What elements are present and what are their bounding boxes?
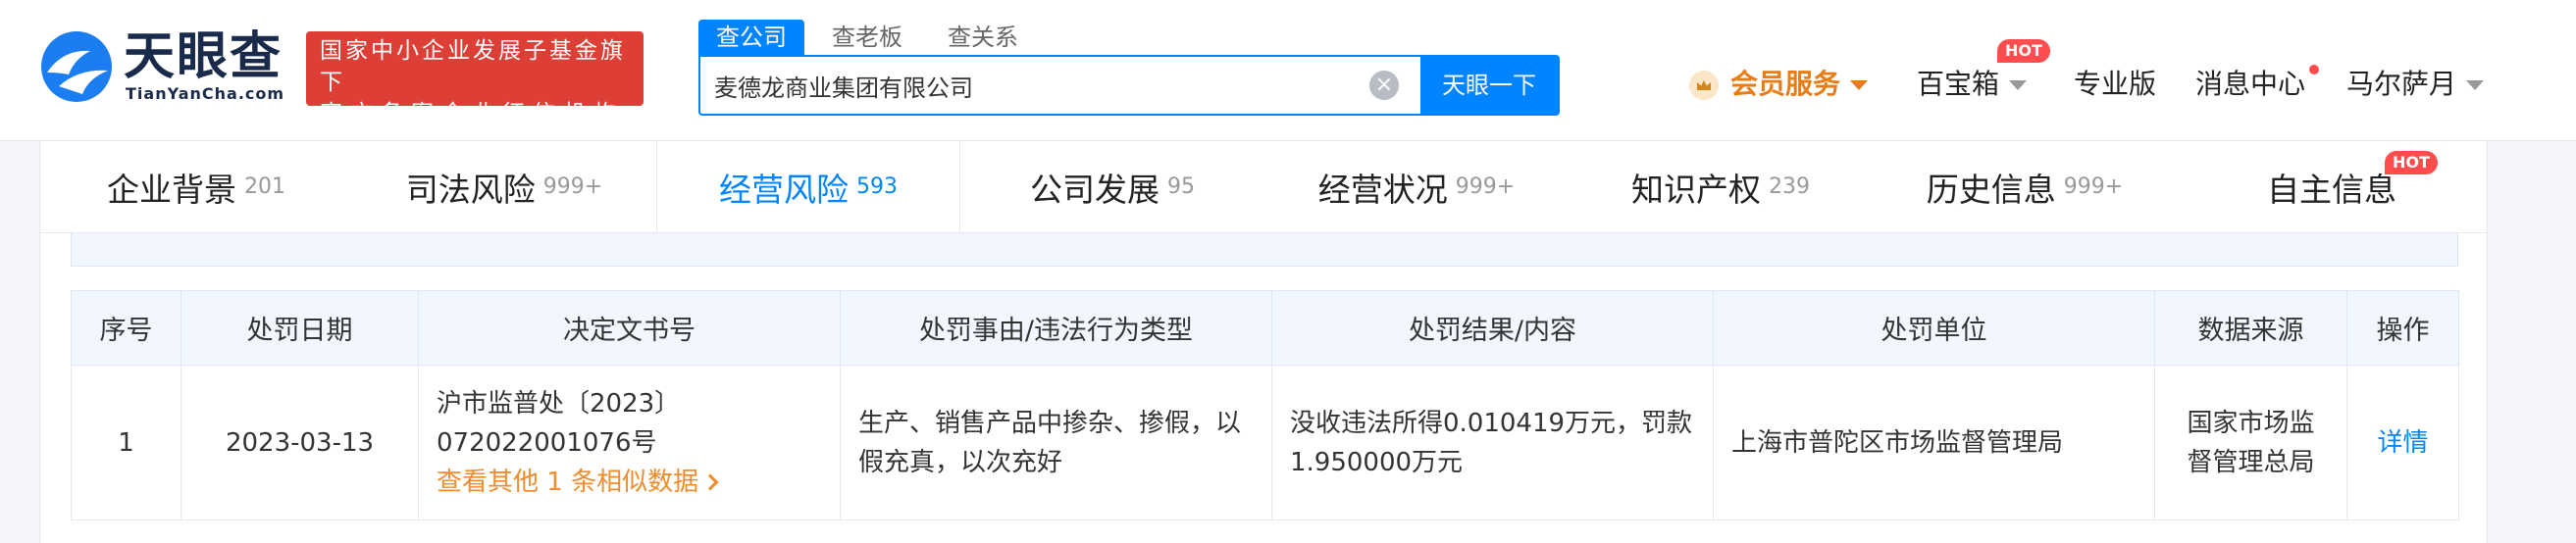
vip-service-label: 会员服务 bbox=[1730, 68, 1841, 100]
search-button[interactable]: 天眼一下 bbox=[1420, 57, 1558, 114]
tab-label: 企业背景 bbox=[107, 170, 236, 209]
cell-reason: 生产、销售产品中掺杂、掺假，以假充真，以次充好 bbox=[840, 365, 1272, 520]
tab-count: 999+ bbox=[2063, 174, 2124, 199]
tab-hot-badge: HOT bbox=[2385, 151, 2438, 174]
category-tabs: 企业背景 201 司法风险 999+ 经营风险 593 公司发展 95 经营状况 999+… bbox=[39, 141, 2488, 233]
similar-data-label: 查看其他 1 条相似数据 bbox=[437, 467, 699, 497]
logo-domain: TianYanCha.com bbox=[126, 84, 285, 103]
tab-count: 201 bbox=[244, 174, 285, 199]
tab-intellectual-property[interactable]: 知识产权 239 bbox=[1569, 141, 1873, 232]
logo-text[interactable]: 天眼查 bbox=[124, 27, 283, 86]
col-header-source: 数据来源 bbox=[2154, 290, 2347, 366]
info-strip bbox=[71, 233, 2458, 267]
chevron-down-icon bbox=[2466, 80, 2485, 90]
doc-no-line-2: 072022001076号 bbox=[437, 427, 657, 458]
tab-count: 593 bbox=[856, 174, 898, 199]
tab-operating-risk[interactable]: 经营风险 593 bbox=[656, 141, 960, 232]
table-header-row: 序号 处罚日期 决定文书号 处罚事由/违法行为类型 处罚结果/内容 处罚单位 数… bbox=[71, 290, 2459, 366]
cell-action: 详情 bbox=[2346, 365, 2459, 520]
tab-history-info[interactable]: 历史信息 999+ bbox=[1873, 141, 2177, 232]
tab-label: 公司发展 bbox=[1030, 170, 1159, 209]
tab-self-info[interactable]: 自主信息 bbox=[2177, 141, 2487, 232]
message-unread-dot bbox=[2309, 65, 2319, 74]
logo-icon[interactable] bbox=[39, 29, 114, 104]
slogan-line-1: 国家中小企业发展子基金旗下 bbox=[320, 38, 626, 95]
pro-version-link[interactable]: 专业版 bbox=[2074, 65, 2156, 104]
search-type-tabs: 查公司 查老板 查关系 bbox=[698, 20, 1046, 55]
col-header-reason: 处罚事由/违法行为类型 bbox=[840, 290, 1272, 366]
vip-service-menu[interactable]: 会员服务 bbox=[1730, 65, 1869, 104]
cell-index: 1 bbox=[71, 365, 181, 520]
detail-link[interactable]: 详情 bbox=[2377, 428, 2428, 458]
tab-label: 司法风险 bbox=[405, 170, 536, 209]
tab-label: 经营状况 bbox=[1317, 170, 1448, 209]
doc-no-line-1: 沪市监普处〔2023〕 bbox=[437, 388, 681, 419]
penalty-table: 序号 处罚日期 决定文书号 处罚事由/违法行为类型 处罚结果/内容 处罚单位 数… bbox=[71, 290, 2459, 520]
cell-date: 2023-03-13 bbox=[180, 365, 419, 520]
search-tab-company[interactable]: 查公司 bbox=[698, 20, 804, 55]
toolbox-menu[interactable]: 百宝箱 bbox=[1917, 65, 2028, 104]
tab-label: 知识产权 bbox=[1631, 170, 1761, 209]
top-header: 天眼查 TianYanCha.com 国家中小企业发展子基金旗下 官方备案企业征… bbox=[0, 0, 2576, 141]
col-header-date: 处罚日期 bbox=[180, 290, 419, 366]
tab-enterprise-background[interactable]: 企业背景 201 bbox=[40, 141, 352, 232]
cell-authority: 上海市普陀区市场监督管理局 bbox=[1713, 365, 2155, 520]
tab-count: 239 bbox=[1769, 174, 1810, 199]
chevron-down-icon bbox=[1850, 80, 1869, 90]
tab-count: 999+ bbox=[1455, 174, 1516, 199]
tab-label: 历史信息 bbox=[1926, 170, 2056, 209]
crown-icon bbox=[1689, 71, 1719, 100]
table-row: 1 2023-03-13 沪市监普处〔2023〕 072022001076号 查… bbox=[71, 365, 2459, 520]
similar-data-link[interactable]: 查看其他 1 条相似数据 bbox=[437, 463, 822, 502]
cell-source: 国家市场监督管理总局 bbox=[2154, 365, 2347, 520]
clear-icon[interactable]: × bbox=[1369, 71, 1399, 100]
tab-count: 999+ bbox=[542, 174, 603, 199]
col-header-index: 序号 bbox=[71, 290, 181, 366]
cell-result: 没收违法所得0.010419万元，罚款1.950000万元 bbox=[1271, 365, 1714, 520]
user-menu[interactable]: 马尔萨月 bbox=[2346, 65, 2485, 104]
tab-operating-status[interactable]: 经营状况 999+ bbox=[1264, 141, 1569, 232]
tab-company-development[interactable]: 公司发展 95 bbox=[960, 141, 1264, 232]
chevron-right-icon bbox=[701, 473, 719, 491]
tab-count: 95 bbox=[1167, 174, 1195, 199]
cell-doc-no: 沪市监普处〔2023〕 072022001076号 查看其他 1 条相似数据 bbox=[418, 365, 841, 520]
col-header-doc-no: 决定文书号 bbox=[418, 290, 841, 366]
tab-label: 经营风险 bbox=[719, 170, 849, 209]
col-header-action: 操作 bbox=[2346, 290, 2459, 366]
tab-judicial-risk[interactable]: 司法风险 999+ bbox=[352, 141, 656, 232]
search-input[interactable] bbox=[714, 57, 1322, 114]
toolbox-label: 百宝箱 bbox=[1917, 68, 2000, 100]
col-header-result: 处罚结果/内容 bbox=[1271, 290, 1714, 366]
search-tab-relation[interactable]: 查关系 bbox=[930, 20, 1036, 55]
tab-label: 自主信息 bbox=[2267, 170, 2396, 209]
slogan-badge: 国家中小企业发展子基金旗下 官方备案企业征信机构 bbox=[306, 31, 644, 126]
search-tab-boss[interactable]: 查老板 bbox=[814, 20, 920, 55]
chevron-down-icon bbox=[2009, 80, 2028, 90]
toolbox-hot-badge: HOT bbox=[1997, 39, 2050, 63]
user-name: 马尔萨月 bbox=[2346, 68, 2457, 100]
search-box: × 天眼一下 bbox=[698, 55, 1560, 116]
message-center-link[interactable]: 消息中心 bbox=[2195, 65, 2305, 104]
slogan-line-2: 官方备案企业征信机构 bbox=[320, 101, 624, 126]
col-header-authority: 处罚单位 bbox=[1713, 290, 2155, 366]
